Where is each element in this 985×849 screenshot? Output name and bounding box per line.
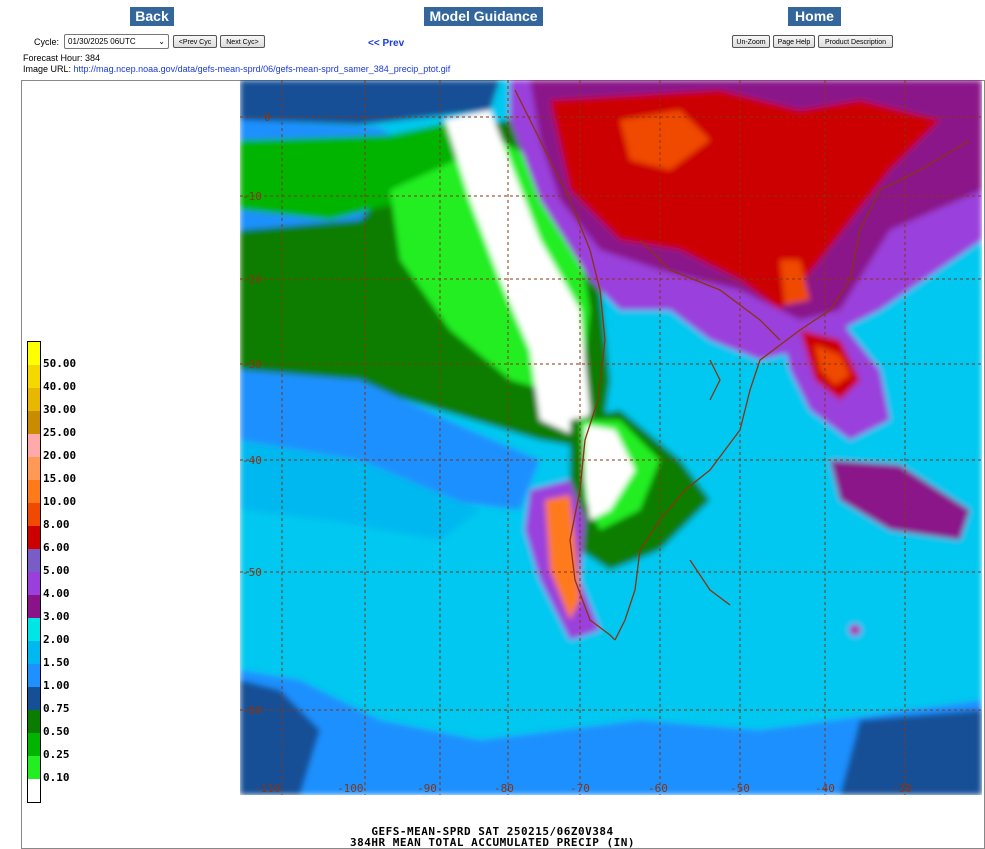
- prev-cycle-button[interactable]: <Prev Cyc: [173, 35, 217, 48]
- precip-map: -110 -100 -90 -80 -70 -60 -50 -40 -30 0 …: [240, 80, 982, 795]
- legend-swatch: [28, 503, 40, 526]
- lon-label: -50: [730, 782, 750, 795]
- legend-label: 1.50: [43, 656, 70, 669]
- legend-label: 0.50: [43, 725, 70, 738]
- legend-label: 3.00: [43, 610, 70, 623]
- unzoom-button[interactable]: Un-Zoom: [732, 35, 770, 48]
- legend-swatch: [28, 342, 40, 365]
- legend-label: 0.75: [43, 702, 70, 715]
- legend-swatch: [28, 641, 40, 664]
- prev-link[interactable]: << Prev: [368, 38, 404, 49]
- legend-swatch: [28, 710, 40, 733]
- cycle-label: Cycle:: [34, 37, 60, 47]
- image-url-row: Image URL: http://mag.ncep.noaa.gov/data…: [23, 64, 450, 74]
- page-help-button[interactable]: Page Help: [773, 35, 815, 48]
- legend-swatch: [28, 756, 40, 779]
- legend-swatch: [28, 388, 40, 411]
- lon-label: -70: [570, 782, 590, 795]
- home-button[interactable]: Home: [788, 7, 841, 26]
- legend-swatch: [28, 687, 40, 710]
- lat-label: -40: [242, 454, 262, 467]
- map-footer-line2: 384HR MEAN TOTAL ACCUMULATED PRECIP (IN): [350, 836, 635, 849]
- legend-swatch: [28, 779, 40, 802]
- legend-label: 6.00: [43, 541, 70, 554]
- legend-label: 2.00: [43, 633, 70, 646]
- lat-label: -20: [242, 273, 262, 286]
- legend-label: 8.00: [43, 518, 70, 531]
- lon-label: -30: [892, 782, 912, 795]
- image-url-label: Image URL:: [23, 64, 72, 74]
- legend-color-bar: [27, 341, 41, 803]
- image-url-link[interactable]: http://mag.ncep.noaa.gov/data/gefs-mean-…: [74, 64, 451, 74]
- legend-label: 10.00: [43, 495, 77, 508]
- cycle-select[interactable]: 01/30/2025 06UTC ⌄: [64, 34, 169, 49]
- lat-label: -10: [242, 190, 262, 203]
- legend-swatch: [28, 595, 40, 618]
- lat-label: -50: [242, 566, 262, 579]
- legend-label: 5.00: [43, 564, 70, 577]
- legend-swatch: [28, 365, 40, 388]
- lon-label: -80: [494, 782, 514, 795]
- legend-label: 0.10: [43, 771, 70, 784]
- lon-label: -110: [254, 782, 281, 795]
- cycle-select-value: 01/30/2025 06UTC: [68, 37, 136, 46]
- legend-swatch: [28, 549, 40, 572]
- product-description-button[interactable]: Product Description: [818, 35, 893, 48]
- lat-label: -30: [242, 358, 262, 371]
- legend-label: 15.00: [43, 472, 77, 485]
- lat-label: -60: [242, 704, 262, 717]
- legend-swatch: [28, 733, 40, 756]
- legend-swatch: [28, 480, 40, 503]
- forecast-hour-text: Forecast Hour: 384: [23, 53, 101, 63]
- lon-label: -40: [815, 782, 835, 795]
- legend-label: 40.00: [43, 380, 77, 393]
- legend-swatch: [28, 411, 40, 434]
- legend-swatch: [28, 618, 40, 641]
- legend-label: 50.00: [43, 357, 77, 370]
- lon-label: -60: [648, 782, 668, 795]
- lon-label: -90: [417, 782, 437, 795]
- lat-label: 0: [264, 111, 271, 124]
- legend-swatch: [28, 664, 40, 687]
- legend-label: 25.00: [43, 426, 77, 439]
- legend-label: 30.00: [43, 403, 77, 416]
- next-cycle-button[interactable]: Next Cyc>: [220, 35, 265, 48]
- model-guidance-button[interactable]: Model Guidance: [424, 7, 543, 26]
- legend-swatch: [28, 434, 40, 457]
- legend-label: 4.00: [43, 587, 70, 600]
- legend-label: 0.25: [43, 748, 70, 761]
- legend-swatch: [28, 457, 40, 480]
- lon-label: -100: [337, 782, 364, 795]
- legend-swatch: [28, 526, 40, 549]
- back-button[interactable]: Back: [130, 7, 174, 26]
- legend-label: 20.00: [43, 449, 77, 462]
- legend-label: 1.00: [43, 679, 70, 692]
- chevron-down-icon: ⌄: [158, 37, 165, 46]
- legend-swatch: [28, 572, 40, 595]
